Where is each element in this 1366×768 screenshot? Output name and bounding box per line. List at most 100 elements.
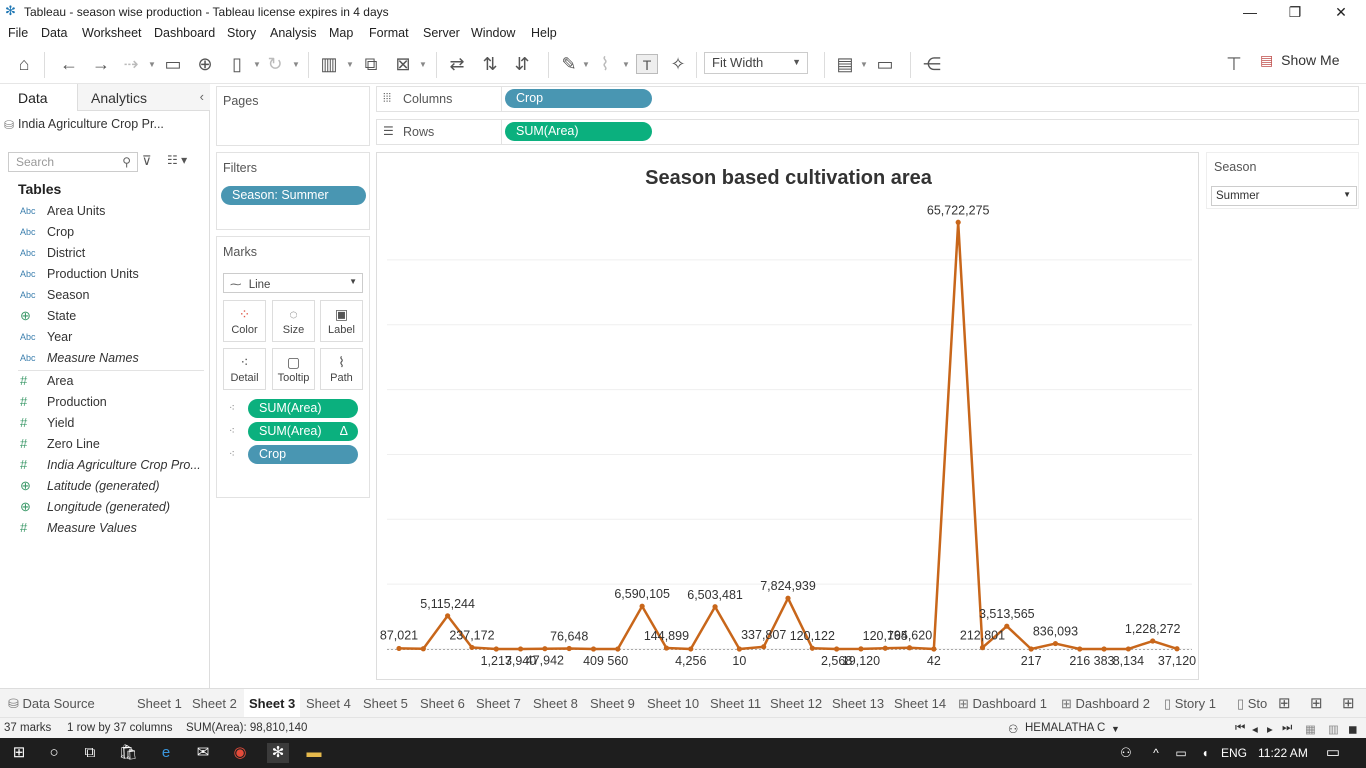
menu-dashboard[interactable]: Dashboard <box>154 26 215 40</box>
data-point[interactable] <box>688 646 694 652</box>
tab-sheet-2[interactable]: Sheet 2 <box>192 689 237 718</box>
data-point[interactable] <box>785 595 791 601</box>
filter-icon[interactable]: ⊽ <box>142 153 152 169</box>
color-button[interactable]: ⁘ Color <box>223 300 266 342</box>
first-page-icon[interactable]: ⏮ <box>1235 722 1245 735</box>
data-point[interactable] <box>736 646 742 652</box>
sorter-icon[interactable]: ▦ <box>1305 722 1316 736</box>
menu-file[interactable]: File <box>8 26 28 40</box>
tab-story-2[interactable]: ▯ Sto <box>1237 689 1271 718</box>
sort-ascending-icon[interactable]: ⇅ <box>479 54 501 74</box>
label-button[interactable]: ▣ Label <box>320 300 363 342</box>
rows-pill-sum-area[interactable]: SUM(Area) <box>505 122 652 141</box>
presentation-icon[interactable]: ▭ <box>874 54 896 74</box>
task-view-icon[interactable]: ⧉ <box>80 743 100 763</box>
data-point[interactable] <box>809 645 815 651</box>
field-measure-names[interactable]: Abc Measure Names <box>0 349 209 369</box>
menu-window[interactable]: Window <box>471 26 515 40</box>
tab-sheet-4[interactable]: Sheet 4 <box>306 689 351 718</box>
field-production[interactable]: # Production <box>0 393 209 413</box>
clock[interactable]: 11:22 AM <box>1258 746 1308 760</box>
rows-shelf[interactable]: ☰ Rows SUM(Area) <box>376 119 1359 145</box>
field-state[interactable]: ⊕ State <box>0 307 209 327</box>
tab-sheet-8[interactable]: Sheet 8 <box>533 689 578 718</box>
show-labels-icon[interactable]: T <box>636 54 658 74</box>
undo-icon[interactable]: ← <box>58 54 80 74</box>
tab-story-1[interactable]: ▯ Story 1 <box>1164 689 1216 718</box>
data-point[interactable] <box>396 645 402 652</box>
redo-icon[interactable]: → <box>90 54 112 74</box>
show-cards-icon[interactable]: ▤ <box>834 54 856 74</box>
detail-button[interactable]: ⁖ Detail <box>223 348 266 390</box>
filmstrip-icon[interactable]: ▥ <box>1328 722 1339 736</box>
close-icon[interactable]: ✕ <box>1331 2 1351 22</box>
data-point[interactable] <box>858 646 864 652</box>
tab-sheet-14[interactable]: Sheet 14 <box>894 689 946 718</box>
prev-page-icon[interactable]: ◂ <box>1252 722 1258 736</box>
tab-sheet-7[interactable]: Sheet 7 <box>476 689 521 718</box>
menu-help[interactable]: Help <box>531 26 557 40</box>
size-button[interactable]: ◌ Size <box>272 300 315 342</box>
data-point[interactable] <box>493 646 499 652</box>
windows-start-icon[interactable]: ⊞ <box>9 743 29 763</box>
search-input[interactable]: Search ⚲ <box>8 152 138 172</box>
data-point[interactable] <box>1028 646 1034 652</box>
mail-icon[interactable]: ✉ <box>193 743 213 763</box>
people-icon[interactable]: ⚇ <box>1116 743 1136 763</box>
chevron-down-icon[interactable]: ▼ <box>1111 724 1120 734</box>
field-crop[interactable]: Abc Crop <box>0 223 209 243</box>
tab-sheet-1[interactable]: Sheet 1 <box>137 689 182 718</box>
tooltip-button[interactable]: ▢ Tooltip <box>272 348 315 390</box>
volume-icon[interactable]: ◖ <box>1195 743 1215 763</box>
data-point[interactable] <box>639 603 645 609</box>
new-datasource-icon[interactable]: ⊕ <box>194 54 216 74</box>
marks-pill-sum-area-delta[interactable]: SUM(Area) Δ <box>248 422 358 441</box>
fit-select[interactable]: Fit Width ▼ <box>704 52 808 74</box>
tab-sheet-9[interactable]: Sheet 9 <box>590 689 635 718</box>
path-button[interactable]: ⌇ Path <box>320 348 363 390</box>
field-production-units[interactable]: Abc Production Units <box>0 265 209 285</box>
field-measure-values[interactable]: # Measure Values <box>0 519 209 539</box>
data-point[interactable] <box>1077 646 1083 652</box>
field-season[interactable]: Abc Season <box>0 286 209 306</box>
field-yield[interactable]: # Yield <box>0 414 209 434</box>
filter-pill-season[interactable]: Season: Summer <box>221 186 366 205</box>
data-point[interactable] <box>1125 646 1131 652</box>
store-icon[interactable]: 🛍 <box>118 743 138 763</box>
data-point[interactable] <box>517 646 524 652</box>
field-zero-line[interactable]: # Zero Line <box>0 435 209 455</box>
menu-analysis[interactable]: Analysis <box>270 26 317 40</box>
data-point[interactable] <box>882 645 888 651</box>
data-point[interactable] <box>590 646 597 652</box>
columns-shelf[interactable]: ⦙⦙⦙ Columns Crop <box>376 86 1359 112</box>
last-page-icon[interactable]: ⏭ <box>1282 722 1292 735</box>
data-point[interactable] <box>979 645 986 651</box>
field-area[interactable]: # Area <box>0 372 209 392</box>
marks-field-row[interactable]: ⁖ SUM(Area) Δ <box>217 422 367 442</box>
data-point[interactable] <box>542 646 548 652</box>
data-point[interactable] <box>1101 646 1107 652</box>
home-icon[interactable]: ⌂ <box>13 54 35 74</box>
tab-sheet-11[interactable]: Sheet 11 <box>710 689 761 718</box>
fix-axes-icon[interactable]: ✧ <box>667 54 689 74</box>
collapse-icon[interactable]: ‹ <box>200 89 204 104</box>
data-point[interactable] <box>663 645 670 651</box>
tab-sheet-10[interactable]: Sheet 10 <box>647 689 699 718</box>
datasource-name[interactable]: India Agriculture Crop Pr... <box>18 117 164 131</box>
tableau-taskbar-icon[interactable]: ✻ <box>267 743 289 763</box>
mark-type-select[interactable]: ⁓ Line ▼ <box>223 273 363 293</box>
data-point[interactable] <box>761 644 767 650</box>
data-point[interactable] <box>469 644 475 651</box>
tab-sheet-5[interactable]: Sheet 5 <box>363 689 408 718</box>
data-point[interactable] <box>955 219 961 225</box>
pages-card[interactable]: Pages <box>216 86 370 146</box>
season-filter-select[interactable]: Summer ▼ <box>1211 186 1357 206</box>
tab-sheet-12[interactable]: Sheet 12 <box>770 689 822 718</box>
tab-dashboard-1[interactable]: ⊞ Dashboard 1 <box>958 689 1047 718</box>
next-page-icon[interactable]: ▸ <box>1267 722 1273 736</box>
show-me-button[interactable]: ▤ Show Me <box>1260 52 1339 69</box>
group-icon[interactable]: ⌇ <box>594 54 616 74</box>
viz-canvas[interactable]: Season based cultivation area 87,021 5,11… <box>376 152 1199 680</box>
refresh-icon[interactable]: ↻ <box>264 54 286 74</box>
duplicate-icon[interactable]: ⧉ <box>360 54 382 74</box>
